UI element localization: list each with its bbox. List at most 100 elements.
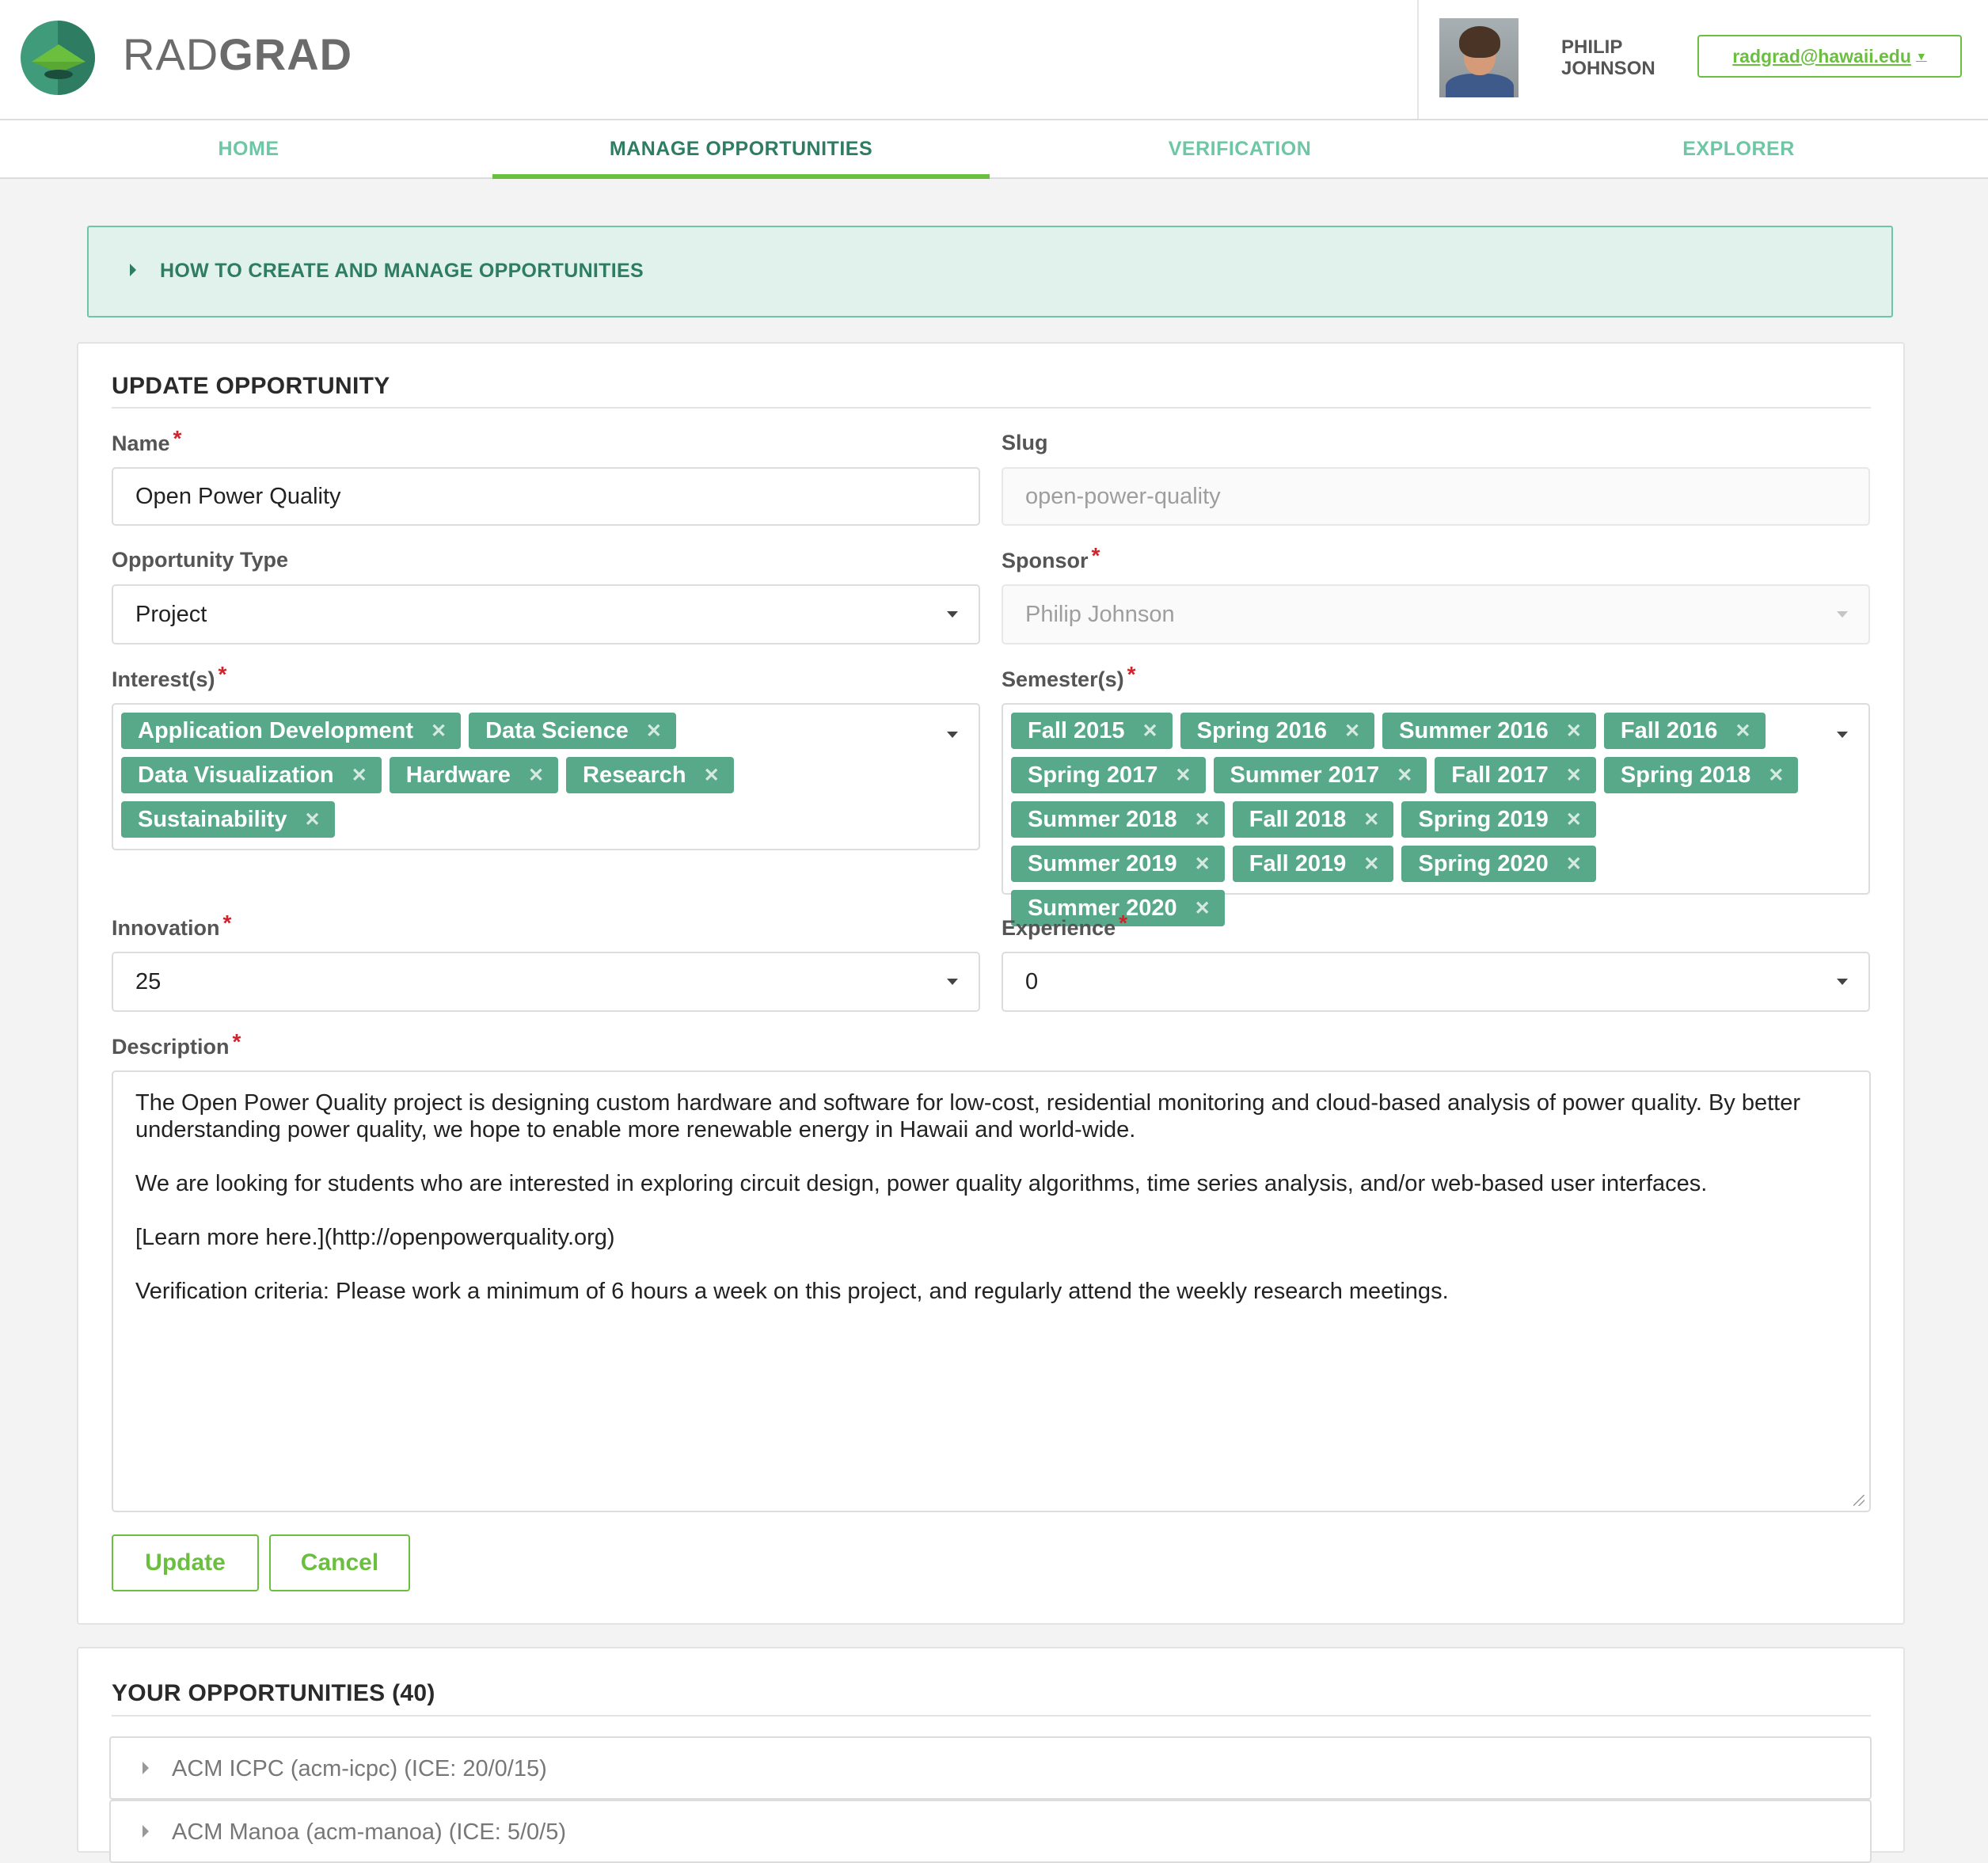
remove-icon[interactable]: ✕ xyxy=(1566,764,1582,787)
chevron-down-icon xyxy=(947,611,958,618)
semester-chip: Fall 2016 ✕ xyxy=(1603,713,1766,749)
remove-icon[interactable]: ✕ xyxy=(1195,808,1211,831)
tab-manage-opportunities[interactable]: MANAGE OPPORTUNITIES xyxy=(492,120,990,179)
remove-icon[interactable]: ✕ xyxy=(431,720,447,743)
remove-icon[interactable]: ✕ xyxy=(1566,808,1582,831)
brand-bold: GRAD xyxy=(219,29,353,79)
interests-multiselect[interactable]: Application Development ✕ Data Science ✕ D… xyxy=(112,703,980,850)
innovation-value: 25 xyxy=(135,968,162,994)
semester-chip: Fall 2018 ✕ xyxy=(1232,801,1394,838)
semester-chip: Summer 2016 ✕ xyxy=(1382,713,1596,749)
semester-chip: Summer 2019 ✕ xyxy=(1011,846,1225,882)
radgrad-logo-icon[interactable] xyxy=(21,21,95,95)
description-textarea[interactable]: The Open Power Quality project is design… xyxy=(112,1070,1871,1512)
sponsor-label: Sponsor * xyxy=(1002,543,1100,572)
tab-verification[interactable]: VERIFICATION xyxy=(991,120,1488,177)
sponsor-value: Philip Johnson xyxy=(1025,601,1175,627)
semester-chip: Spring 2018 ✕ xyxy=(1603,757,1799,793)
main-nav: HOME MANAGE OPPORTUNITIES VERIFICATION E… xyxy=(0,120,1988,179)
cancel-button[interactable]: Cancel xyxy=(269,1534,410,1591)
caret-right-icon xyxy=(130,264,136,276)
interest-chip: Sustainability ✕ xyxy=(121,801,335,838)
name-label: Name * xyxy=(112,426,182,455)
description-paragraph: The Open Power Quality project is design… xyxy=(135,1090,1801,1143)
chevron-down-icon: ▼ xyxy=(1915,50,1927,63)
name-input[interactable]: Open Power Quality xyxy=(112,467,980,526)
semester-chip: Summer 2018 ✕ xyxy=(1011,801,1225,838)
chevron-down-icon[interactable] xyxy=(1837,732,1848,738)
card-title: UPDATE OPPORTUNITY xyxy=(112,373,390,399)
remove-icon[interactable]: ✕ xyxy=(1344,720,1360,743)
account-dropdown-button[interactable]: radgrad@hawaii.edu ▼ xyxy=(1697,35,1962,78)
interest-chip: Data Visualization ✕ xyxy=(121,757,382,793)
opportunity-list-item-label: ACM ICPC (acm-icpc) (ICE: 20/0/15) xyxy=(172,1756,547,1781)
semester-chip: Spring 2019 ✕ xyxy=(1401,801,1596,838)
opportunity-type-select[interactable]: Project xyxy=(112,584,980,644)
remove-icon[interactable]: ✕ xyxy=(1142,720,1158,743)
interest-chip: Data Science ✕ xyxy=(469,713,676,749)
opportunity-list-item[interactable]: ACM Manoa (acm-manoa) (ICE: 5/0/5) xyxy=(109,1800,1872,1863)
remove-icon[interactable]: ✕ xyxy=(352,764,367,787)
update-button[interactable]: Update xyxy=(112,1534,259,1591)
user-name: PHILIP JOHNSON xyxy=(1561,36,1655,79)
description-label: Description * xyxy=(112,1029,241,1059)
remove-icon[interactable]: ✕ xyxy=(305,808,321,831)
opportunity-list-item-label: ACM Manoa (acm-manoa) (ICE: 5/0/5) xyxy=(172,1819,566,1845)
remove-icon[interactable]: ✕ xyxy=(1566,853,1582,876)
description-paragraph: We are looking for students who are inte… xyxy=(135,1171,1708,1196)
help-accordion-title: HOW TO CREATE AND MANAGE OPPORTUNITIES xyxy=(160,260,644,282)
card-title: YOUR OPPORTUNITIES (40) xyxy=(112,1680,435,1706)
description-paragraph: [Learn more here.](http://openpowerquali… xyxy=(135,1225,615,1250)
sponsor-select: Philip Johnson xyxy=(1002,584,1870,644)
chevron-down-icon[interactable] xyxy=(947,732,958,738)
slug-label: Slug xyxy=(1002,431,1048,454)
innovation-label: Innovation * xyxy=(112,911,232,940)
chevron-down-icon xyxy=(1837,979,1848,985)
interest-chip: Hardware ✕ xyxy=(389,757,559,793)
semesters-multiselect[interactable]: Fall 2015 ✕ Spring 2016 ✕ Summer 2016 ✕ Fal… xyxy=(1002,703,1870,926)
brand-name[interactable]: RADGRAD xyxy=(123,29,352,80)
tab-home[interactable]: HOME xyxy=(0,120,497,177)
semester-chip: Spring 2016 ✕ xyxy=(1180,713,1375,749)
resize-handle-icon[interactable] xyxy=(1853,1495,1864,1506)
chevron-down-icon xyxy=(1837,611,1848,618)
slug-input: open-power-quality xyxy=(1002,467,1870,526)
semester-chip: Spring 2017 ✕ xyxy=(1011,757,1206,793)
header-divider xyxy=(1417,0,1419,119)
tab-explorer[interactable]: EXPLORER xyxy=(1490,120,1987,177)
remove-icon[interactable]: ✕ xyxy=(1768,764,1784,787)
remove-icon[interactable]: ✕ xyxy=(646,720,662,743)
card-divider xyxy=(112,1715,1871,1717)
innovation-select[interactable]: 25 xyxy=(112,952,980,1012)
caret-right-icon xyxy=(143,1825,149,1838)
help-accordion[interactable]: HOW TO CREATE AND MANAGE OPPORTUNITIES xyxy=(87,226,1893,317)
card-divider xyxy=(112,407,1871,409)
remove-icon[interactable]: ✕ xyxy=(1566,720,1582,743)
experience-label: Experience * xyxy=(1002,911,1127,940)
interest-chip: Application Development ✕ xyxy=(121,713,462,749)
remove-icon[interactable]: ✕ xyxy=(1175,764,1191,787)
remove-icon[interactable]: ✕ xyxy=(1363,853,1379,876)
semester-chip: Fall 2019 ✕ xyxy=(1232,846,1394,882)
semester-chip: Summer 2017 ✕ xyxy=(1213,757,1427,793)
remove-icon[interactable]: ✕ xyxy=(1195,853,1211,876)
opportunity-type-label: Opportunity Type xyxy=(112,548,288,572)
remove-icon[interactable]: ✕ xyxy=(528,764,544,787)
remove-icon[interactable]: ✕ xyxy=(704,764,720,787)
experience-select[interactable]: 0 xyxy=(1002,952,1870,1012)
experience-value: 0 xyxy=(1025,968,1039,994)
caret-right-icon xyxy=(143,1762,149,1774)
interest-chip: Research ✕ xyxy=(566,757,734,793)
remove-icon[interactable]: ✕ xyxy=(1397,764,1412,787)
remove-icon[interactable]: ✕ xyxy=(1363,808,1379,831)
remove-icon[interactable]: ✕ xyxy=(1735,720,1750,743)
opportunity-type-value: Project xyxy=(135,601,207,627)
semester-chip: Fall 2017 ✕ xyxy=(1435,757,1596,793)
update-opportunity-card: UPDATE OPPORTUNITY Name * Open Power Qual… xyxy=(77,342,1905,1625)
semesters-label: Semester(s) * xyxy=(1002,662,1136,691)
avatar[interactable] xyxy=(1439,18,1519,97)
semester-chip: Spring 2020 ✕ xyxy=(1401,846,1596,882)
interests-label: Interest(s) * xyxy=(112,662,227,691)
remove-icon[interactable]: ✕ xyxy=(1195,897,1211,920)
opportunity-list-item[interactable]: ACM ICPC (acm-icpc) (ICE: 20/0/15) xyxy=(109,1736,1872,1800)
